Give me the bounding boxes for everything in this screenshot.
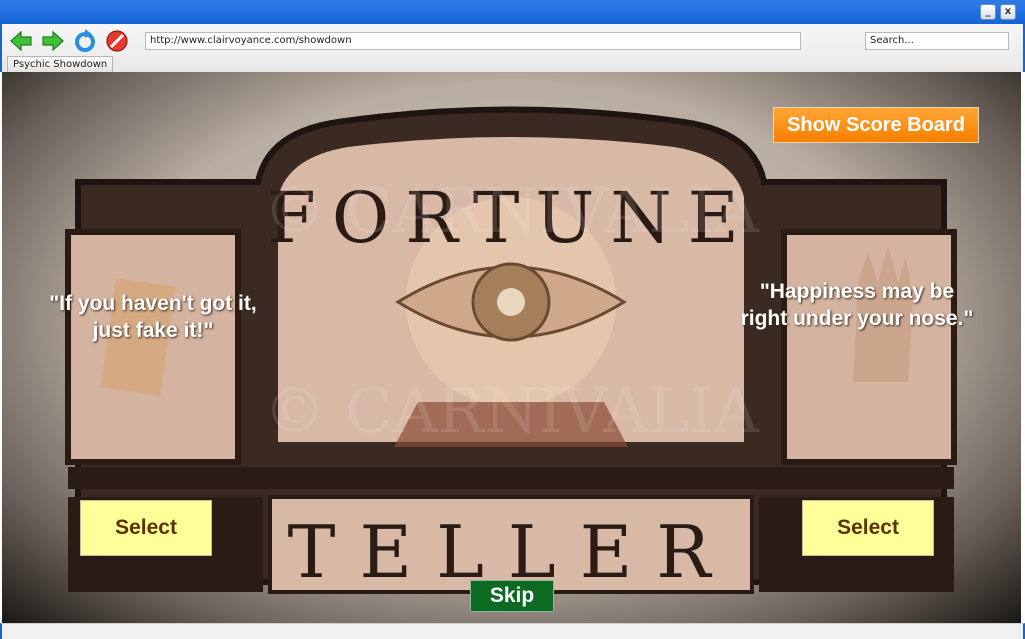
select-left-button[interactable]: Select	[80, 500, 212, 556]
minimize-button[interactable]: _	[980, 4, 996, 20]
select-right-button[interactable]: Select	[802, 500, 934, 556]
search-input[interactable]: Search...	[865, 32, 1009, 50]
show-score-board-button[interactable]: Show Score Board	[773, 107, 979, 143]
browser-toolbar: http://www.clairvoyance.com/showdown Sea…	[0, 24, 1025, 72]
quote-left: "If you haven't got it, just fake it!"	[49, 292, 257, 342]
back-arrow-icon[interactable]	[8, 28, 34, 54]
status-bar	[0, 623, 1025, 639]
game-stage: FORTUNE TELLER © CARNIVALIA © CARNIVALIA…	[2, 72, 1021, 623]
svg-text:© CARNIVALIA: © CARNIVALIA	[263, 374, 759, 447]
quote-right: "Happiness may be right under your nose.…	[740, 280, 974, 330]
skip-button[interactable]: Skip	[470, 580, 554, 612]
window-titlebar: _ x	[0, 0, 1025, 24]
forward-arrow-icon[interactable]	[40, 28, 66, 54]
tab-psychic-showdown[interactable]: Psychic Showdown	[7, 56, 114, 72]
svg-text:© CARNIVALIA: © CARNIVALIA	[263, 174, 759, 247]
reload-icon[interactable]	[72, 28, 98, 54]
close-button[interactable]: x	[1000, 4, 1016, 20]
stop-icon[interactable]	[104, 28, 130, 54]
address-bar[interactable]: http://www.clairvoyance.com/showdown	[145, 32, 801, 50]
